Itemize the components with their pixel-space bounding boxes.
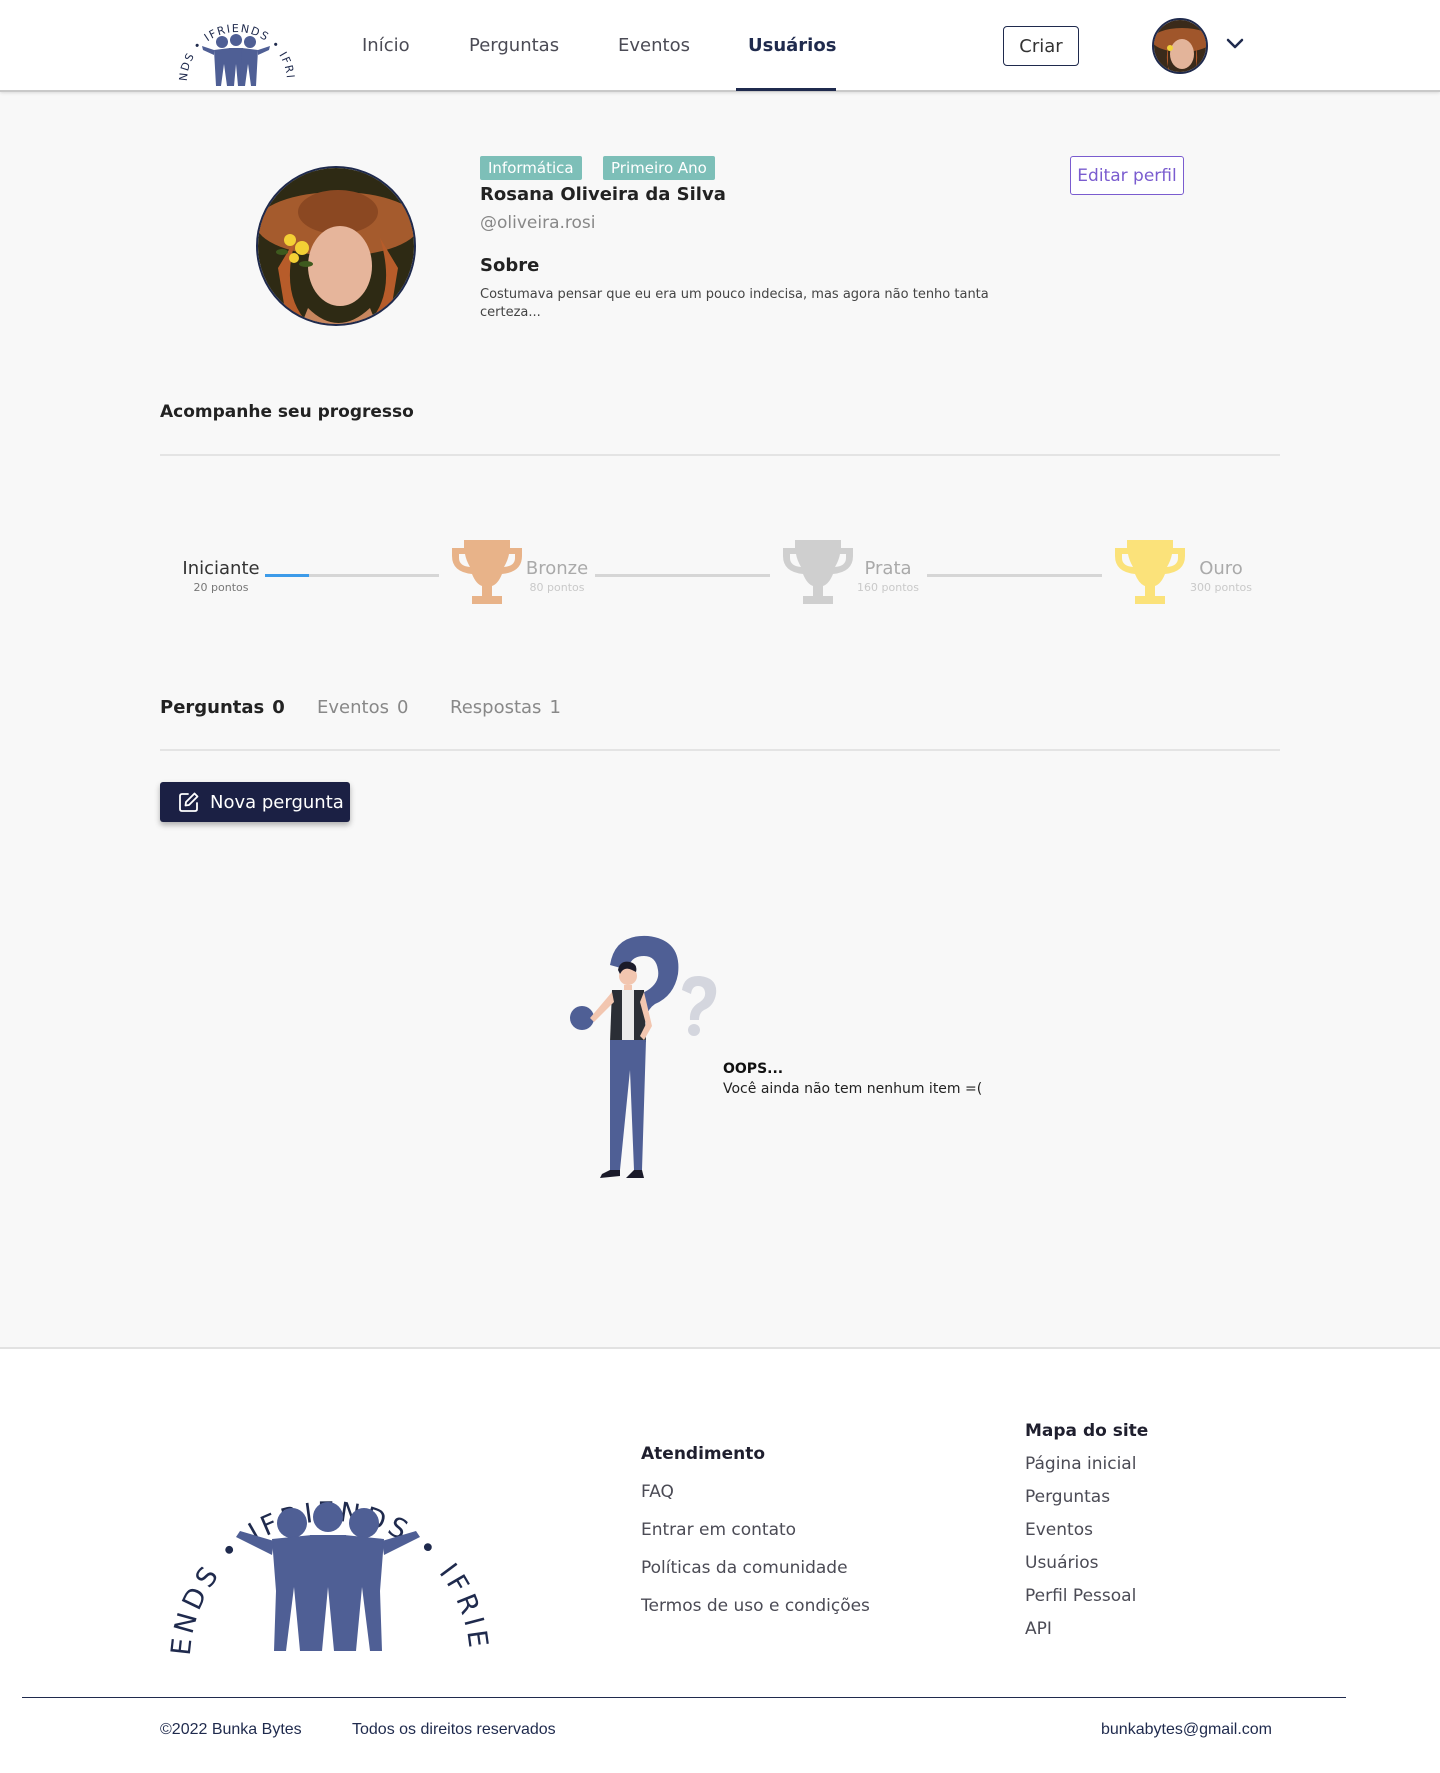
footer-link-faq[interactable]: FAQ: [641, 1482, 674, 1502]
tab-count: 0: [272, 697, 285, 718]
profile-handle: @oliveira.rosi: [480, 213, 596, 233]
footer-link-personal-profile[interactable]: Perfil Pessoal: [1025, 1586, 1136, 1606]
progress-track-1: [265, 574, 439, 577]
year-badge: Primeiro Ano: [603, 156, 715, 180]
empty-state-message: Você ainda não tem nenhum item =(: [723, 1081, 983, 1097]
avatar-photo: [1154, 20, 1206, 72]
level-points: 160 pontos: [857, 581, 919, 594]
tab-count: 1: [549, 697, 561, 718]
empty-state-title: OOPS...: [723, 1061, 784, 1077]
progress-divider: [160, 454, 1280, 456]
progress-track-3: [927, 574, 1102, 577]
level-ouro: Ouro 300 pontos: [1156, 558, 1286, 594]
level-name: Ouro: [1199, 558, 1243, 579]
rights-text: Todos os direitos reservados: [352, 1721, 556, 1738]
tab-label: Perguntas: [160, 697, 265, 718]
active-nav-indicator: [736, 88, 836, 91]
progress-track-fill: [265, 574, 309, 577]
tab-count: 0: [396, 697, 409, 718]
tab-label: Respostas: [450, 697, 542, 718]
progress-title: Acompanhe seu progresso: [160, 402, 414, 422]
user-avatar[interactable]: [1152, 18, 1208, 74]
support-title: Atendimento: [641, 1444, 766, 1464]
edit-profile-button[interactable]: Editar perfil: [1070, 156, 1184, 195]
footer-link-questions[interactable]: Perguntas: [1025, 1487, 1110, 1507]
ifriends-logo-large[interactable]: IFRIENDS • IFRIENDS • IFRIENDS: [160, 1411, 500, 1671]
profile-name: Rosana Oliveira da Silva: [480, 184, 726, 205]
copyright: ©2022 Bunka Bytes: [160, 1721, 302, 1738]
footer: IFRIENDS • IFRIENDS • IFRIENDS Atendimen…: [0, 1347, 1440, 1773]
progress-track-2: [595, 574, 770, 577]
nav-inicio[interactable]: Início: [362, 35, 410, 56]
footer-link-api[interactable]: API: [1025, 1619, 1052, 1639]
ifriends-logo[interactable]: IFRIENDS • IFRIENDS • IFRIENDS: [172, 0, 302, 92]
create-button[interactable]: Criar: [1003, 26, 1079, 66]
tab-eventos[interactable]: Eventos 0: [317, 697, 408, 718]
footer-link-users[interactable]: Usuários: [1025, 1553, 1098, 1573]
new-question-label: Nova pergunta: [210, 791, 344, 813]
top-navbar: IFRIENDS • IFRIENDS • IFRIENDS Início Pe…: [0, 0, 1440, 92]
profile-avatar: [256, 166, 416, 326]
level-points: 20 pontos: [193, 581, 249, 594]
footer-link-home[interactable]: Página inicial: [1025, 1454, 1136, 1474]
svg-text:IFRIENDS • IFRIENDS • IFRIENDS: IFRIENDS • IFRIENDS • IFRIENDS: [160, 1411, 494, 1657]
course-badge: Informática: [480, 156, 582, 180]
tabs-divider: [160, 749, 1280, 751]
footer-divider: [22, 1697, 1346, 1698]
nav-perguntas[interactable]: Perguntas: [469, 35, 559, 56]
chevron-down-icon[interactable]: [1224, 32, 1246, 54]
edit-icon: [179, 792, 199, 812]
nav-usuarios[interactable]: Usuários: [748, 35, 836, 56]
nav-eventos[interactable]: Eventos: [618, 35, 690, 56]
profile-photo: [258, 168, 414, 324]
footer-link-terms[interactable]: Termos de uso e condições: [641, 1596, 870, 1616]
tab-label: Eventos: [317, 697, 389, 718]
level-points: 300 pontos: [1190, 581, 1252, 594]
about-title: Sobre: [480, 255, 540, 276]
footer-link-events[interactable]: Eventos: [1025, 1520, 1093, 1540]
footer-link-community-policies[interactable]: Políticas da comunidade: [641, 1558, 848, 1578]
footer-link-contact[interactable]: Entrar em contato: [641, 1520, 796, 1540]
contact-email[interactable]: bunkabytes@gmail.com: [1101, 1721, 1272, 1739]
level-points: 80 pontos: [529, 581, 585, 594]
new-question-button[interactable]: Nova pergunta: [160, 782, 350, 822]
tab-perguntas[interactable]: Perguntas 0: [160, 697, 285, 718]
tab-respostas[interactable]: Respostas 1: [450, 697, 561, 718]
sitemap-title: Mapa do site: [1025, 1421, 1149, 1441]
empty-state-illustration: [570, 935, 717, 1178]
about-text: Costumava pensar que eu era um pouco ind…: [480, 287, 989, 320]
